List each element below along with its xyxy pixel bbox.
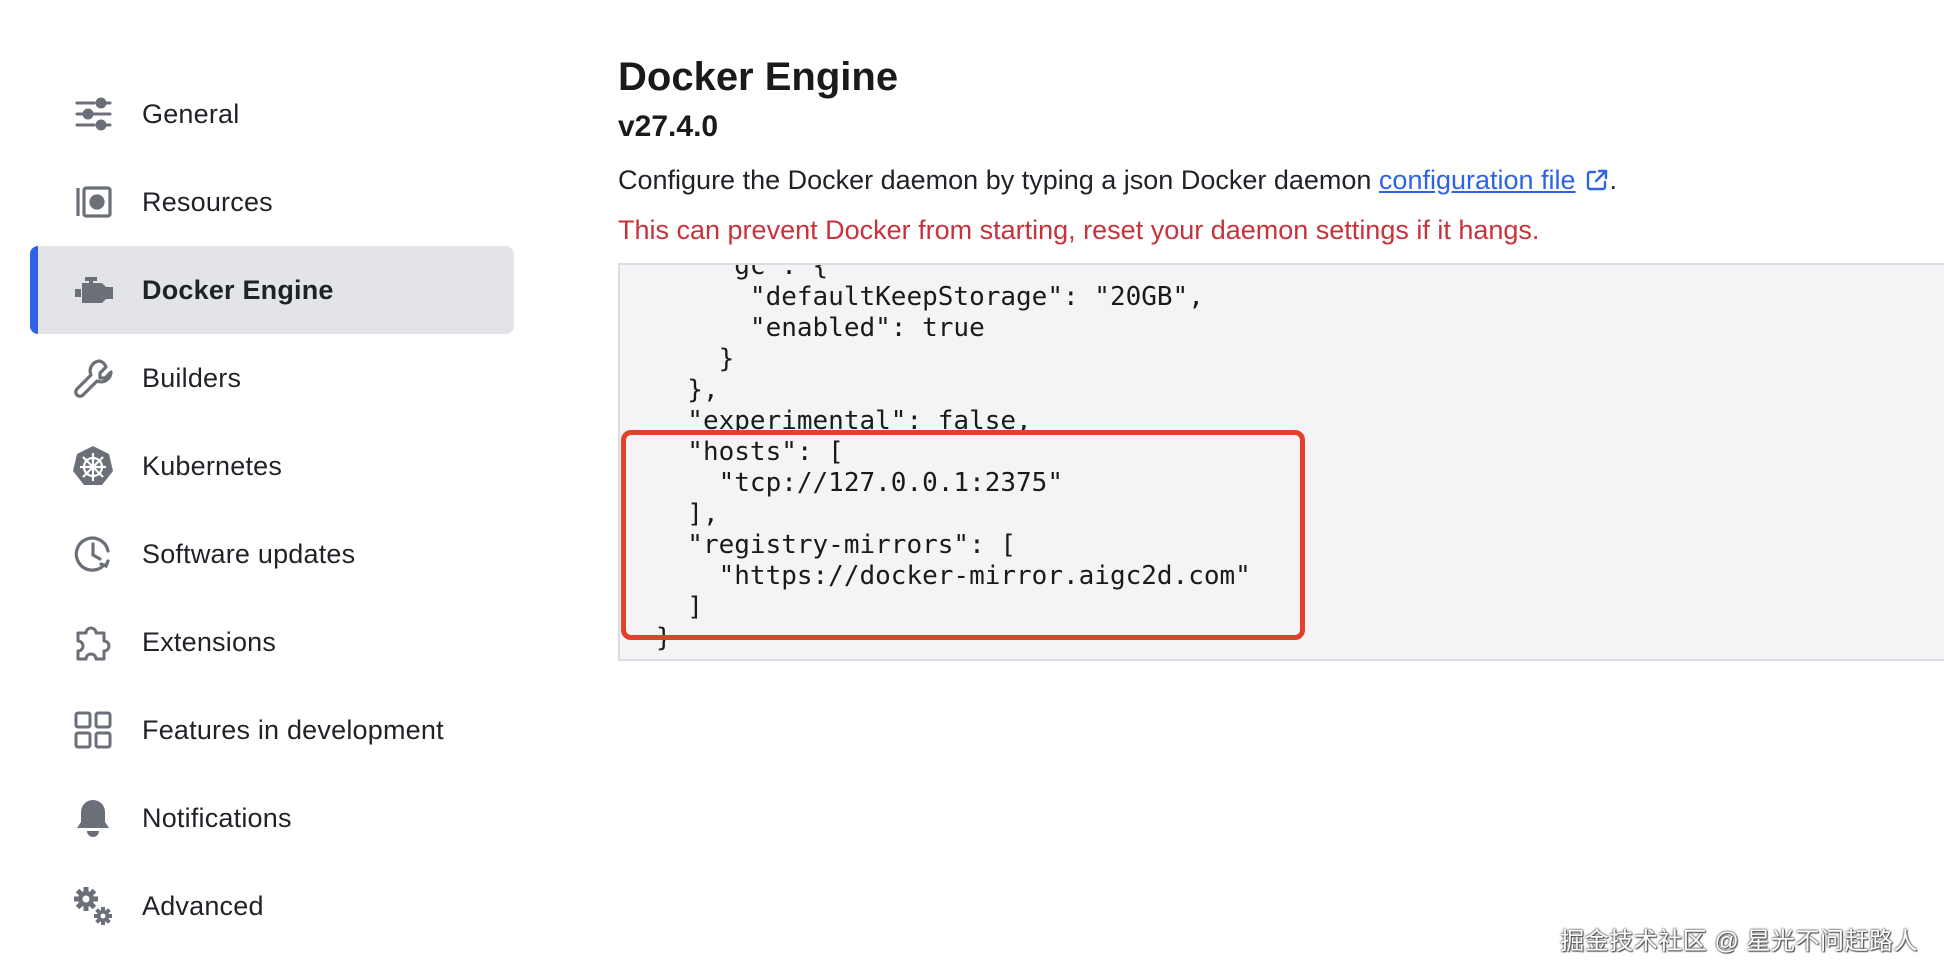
engine-version: v27.4.0 bbox=[618, 110, 719, 143]
sidebar-item-builders[interactable]: Builders bbox=[30, 334, 514, 422]
gears-icon bbox=[70, 883, 116, 929]
code-line: "https://docker-mirror.aigc2d.com" bbox=[656, 561, 1251, 591]
sidebar-item-label: Advanced bbox=[142, 890, 264, 921]
configuration-file-link[interactable]: configuration file bbox=[1379, 165, 1576, 195]
code-line: } bbox=[656, 344, 735, 374]
sidebar-item-notifications[interactable]: Notifications bbox=[30, 774, 514, 862]
sidebar-item-label: Docker Engine bbox=[142, 274, 334, 305]
code-line: ] bbox=[656, 592, 703, 622]
sidebar-item-label: Kubernetes bbox=[142, 450, 283, 481]
settings-sidebar: General Resources Docker Engine Builders… bbox=[30, 70, 514, 950]
sidebar-item-label: Builders bbox=[142, 362, 242, 393]
page-title: Docker Engine bbox=[618, 55, 899, 99]
sidebar-item-label: Notifications bbox=[142, 802, 292, 833]
sidebar-item-general[interactable]: General bbox=[30, 70, 514, 158]
warning-text: This can prevent Docker from starting, r… bbox=[618, 215, 1540, 245]
sidebar-item-label: Software updates bbox=[142, 538, 356, 569]
sidebar-item-software-updates[interactable]: Software updates bbox=[30, 510, 514, 598]
sidebar-item-kubernetes[interactable]: Kubernetes bbox=[30, 422, 514, 510]
code-line: "defaultKeepStorage": "20GB", bbox=[656, 282, 1204, 312]
description-prefix: Configure the Docker daemon by typing a … bbox=[618, 165, 1379, 195]
grid-icon bbox=[70, 707, 116, 753]
external-link-icon[interactable] bbox=[1584, 167, 1610, 193]
bell-icon bbox=[70, 795, 116, 841]
sidebar-item-advanced[interactable]: Advanced bbox=[30, 862, 514, 950]
code-line: "tcp://127.0.0.1:2375" bbox=[656, 468, 1063, 498]
sidebar-item-label: General bbox=[142, 98, 240, 129]
code-line: ], bbox=[656, 499, 719, 529]
engine-icon bbox=[70, 267, 116, 313]
clock-update-icon bbox=[70, 531, 116, 577]
description-suffix: . bbox=[1609, 165, 1618, 195]
settings-page: General Resources Docker Engine Builders… bbox=[0, 0, 1944, 968]
sidebar-item-resources[interactable]: Resources bbox=[30, 158, 514, 246]
sliders-icon bbox=[70, 91, 116, 137]
sidebar-item-label: Extensions bbox=[142, 626, 277, 657]
code-line: }, bbox=[656, 375, 719, 405]
daemon-json-editor[interactable]: "gc": { "defaultKeepStorage": "20GB", "e… bbox=[618, 263, 1944, 661]
code-line: "gc": { bbox=[656, 263, 829, 281]
kubernetes-helm-icon bbox=[70, 443, 116, 489]
sidebar-item-extensions[interactable]: Extensions bbox=[30, 598, 514, 686]
sidebar-item-label: Resources bbox=[142, 186, 273, 217]
sidebar-item-features-in-development[interactable]: Features in development bbox=[30, 686, 514, 774]
watermark: 掘金技术社区 @ 星光不问赶路人 bbox=[1560, 928, 1918, 955]
sidebar-item-label: Features in development bbox=[142, 714, 444, 745]
puzzle-icon bbox=[70, 619, 116, 665]
description-text: Configure the Docker daemon by typing a … bbox=[618, 160, 1944, 200]
code-line: "enabled": true bbox=[656, 313, 985, 343]
resources-icon bbox=[70, 179, 116, 225]
code-line: "registry-mirrors": [ bbox=[656, 530, 1017, 560]
editor-code[interactable]: "gc": { "defaultKeepStorage": "20GB", "e… bbox=[656, 263, 1251, 654]
code-line: "experimental": false, bbox=[656, 406, 1032, 436]
code-line: "hosts": [ bbox=[656, 437, 844, 467]
code-line: } bbox=[656, 623, 672, 653]
wrench-icon bbox=[70, 355, 116, 401]
sidebar-item-docker-engine[interactable]: Docker Engine bbox=[30, 246, 514, 334]
docker-engine-panel: Docker Engine v27.4.0 Configure the Dock… bbox=[618, 50, 1944, 250]
